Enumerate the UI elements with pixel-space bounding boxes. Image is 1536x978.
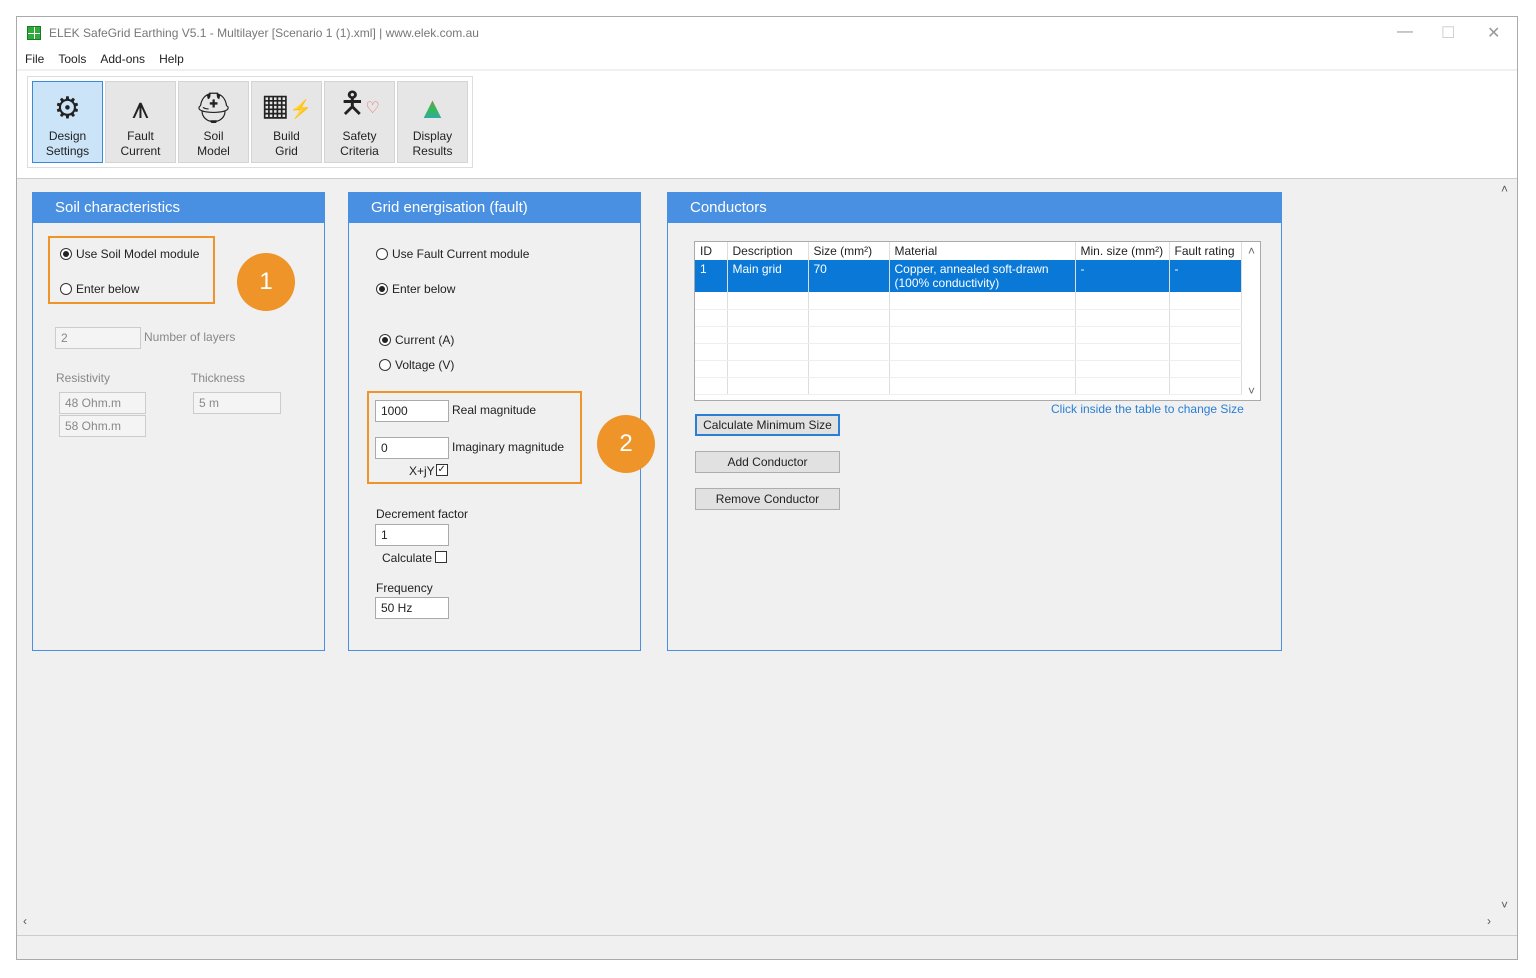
resistivity-label: Resistivity [56, 371, 110, 385]
table-row[interactable]: 1Main grid70 Copper, annealed soft-drawn… [695, 260, 1242, 292]
col-id[interactable]: ID [695, 242, 727, 260]
grid-energisation-panel: Grid energisation (fault) Use Fault Curr… [348, 192, 641, 651]
current-radio[interactable]: Current (A) [379, 333, 454, 347]
scroll-left-icon[interactable]: ‹ [23, 914, 27, 928]
enter-below-radio[interactable]: Enter below [376, 282, 455, 296]
table-scroll-down-icon[interactable]: ˅ [1248, 384, 1255, 398]
calculate-minimum-size-button[interactable]: Calculate Minimum Size [695, 414, 840, 436]
menu-add-ons[interactable]: Add-ons [100, 52, 145, 66]
horizontal-scrollbar[interactable]: ‹ › [17, 914, 1497, 932]
surface-plot-icon: ▲ [418, 91, 448, 127]
add-conductor-button[interactable]: Add Conductor [695, 451, 840, 473]
design-settings-button[interactable]: ⚙DesignSettings [32, 81, 103, 163]
status-bar [17, 935, 1517, 959]
build-grid-button[interactable]: ▦⚡BuildGrid [251, 81, 322, 163]
scroll-down-icon[interactable]: ˅ [1501, 898, 1508, 912]
xjy-checkbox[interactable]: X+jY✓ [409, 464, 448, 478]
frequency-label: Frequency [376, 581, 433, 595]
safety-criteria-button[interactable]: 🯅♡SafetyCriteria [324, 81, 395, 163]
col-min-size[interactable]: Min. size (mm²) [1075, 242, 1169, 260]
vertical-scrollbar[interactable]: ˄ ˅ [1497, 178, 1515, 914]
fault-current-button[interactable]: ⩚FaultCurrent [105, 81, 176, 163]
conductors-panel: Conductors ID Description Size (mm²) Mat… [667, 192, 1282, 651]
panel-title: Grid energisation (fault) [349, 193, 640, 223]
display-results-button[interactable]: ▲DisplayResults [397, 81, 468, 163]
number-of-layers-label: Number of layers [144, 330, 235, 344]
enter-below-radio[interactable]: Enter below [60, 282, 139, 296]
callout-badge-2: 2 [597, 415, 655, 473]
soil-model-button[interactable]: ⛑SoilModel [178, 81, 249, 163]
table-scroll-up-icon[interactable]: ˄ [1248, 244, 1255, 258]
table-hint: Click inside the table to change Size [1051, 402, 1244, 416]
app-icon [27, 26, 41, 40]
soil-icon: ⛑ [194, 91, 232, 127]
decrement-factor-label: Decrement factor [376, 507, 468, 521]
resistivity-layer-1-input[interactable]: 48 Ohm.m [59, 392, 146, 414]
minimize-icon[interactable]: — [1397, 23, 1413, 41]
col-description[interactable]: Description [727, 242, 808, 260]
col-size[interactable]: Size (mm²) [808, 242, 889, 260]
gears-icon: ⚙ [54, 91, 81, 127]
scroll-right-icon[interactable]: › [1487, 914, 1491, 928]
calculate-checkbox[interactable]: Calculate [382, 551, 447, 565]
real-magnitude-input[interactable]: 1000 [375, 400, 449, 422]
callout-badge-1: 1 [237, 253, 295, 311]
toolbar: ⚙DesignSettings ⩚FaultCurrent ⛑SoilModel… [17, 71, 1517, 179]
decrement-factor-input[interactable]: 1 [375, 524, 449, 546]
voltage-radio[interactable]: Voltage (V) [379, 358, 454, 372]
panel-title: Soil characteristics [33, 193, 324, 223]
imaginary-magnitude-input[interactable]: 0 [375, 437, 449, 459]
remove-conductor-button[interactable]: Remove Conductor [695, 488, 840, 510]
menu-bar: File Tools Add-ons Help [17, 49, 1517, 69]
panel-title: Conductors [668, 193, 1281, 223]
person-heart-icon: 🯅♡ [339, 86, 380, 127]
conductors-table[interactable]: ID Description Size (mm²) Material Min. … [694, 241, 1261, 401]
imaginary-magnitude-label: Imaginary magnitude [452, 440, 564, 454]
use-soil-model-radio[interactable]: Use Soil Model module [60, 247, 199, 261]
col-material[interactable]: Material [889, 242, 1075, 260]
scroll-up-icon[interactable]: ˄ [1501, 182, 1508, 196]
menu-help[interactable]: Help [159, 52, 184, 66]
menu-file[interactable]: File [25, 52, 44, 66]
close-icon[interactable]: ✕ [1487, 23, 1500, 43]
tower-icon: ⩚ [132, 91, 149, 127]
window-title: ELEK SafeGrid Earthing V5.1 - Multilayer… [49, 26, 479, 40]
resistivity-layer-2-input[interactable]: 58 Ohm.m [59, 415, 146, 437]
use-fault-current-radio[interactable]: Use Fault Current module [376, 247, 529, 261]
col-fault-rating[interactable]: Fault rating [1169, 242, 1242, 260]
number-of-layers-input[interactable]: 2 [55, 327, 141, 349]
frequency-input[interactable]: 50 Hz [375, 597, 449, 619]
grid-icon: ▦⚡ [261, 88, 312, 127]
real-magnitude-label: Real magnitude [452, 403, 536, 417]
thickness-layer-1-input[interactable]: 5 m [193, 392, 281, 414]
menu-tools[interactable]: Tools [58, 52, 86, 66]
soil-characteristics-panel: Soil characteristics Use Soil Model modu… [32, 192, 325, 651]
title-bar: ELEK SafeGrid Earthing V5.1 - Multilayer… [17, 17, 1517, 49]
thickness-label: Thickness [191, 371, 245, 385]
maximize-icon[interactable]: ☐ [1441, 23, 1455, 43]
